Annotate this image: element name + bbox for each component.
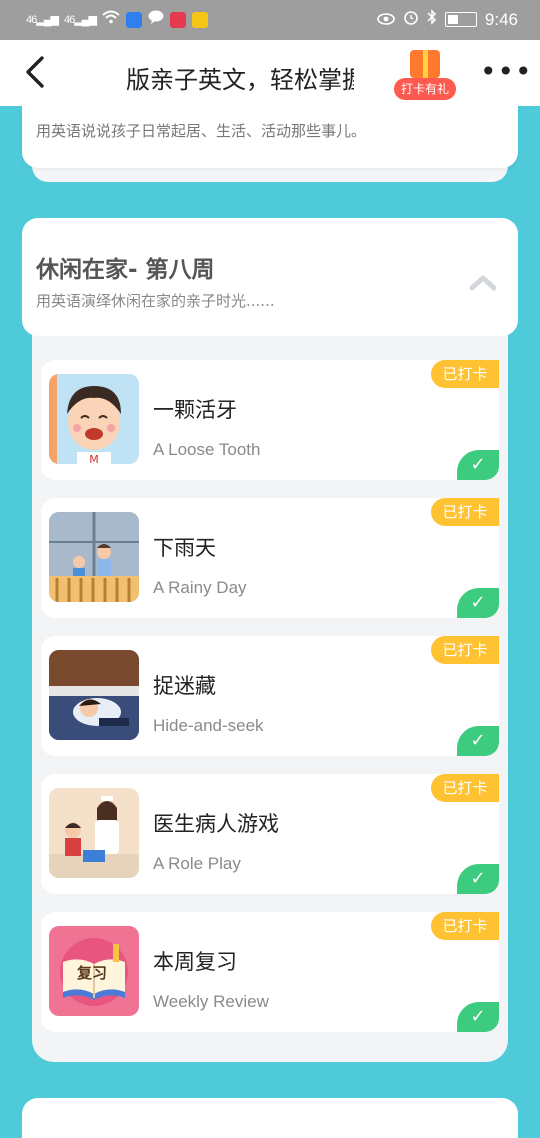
- week-title: 休闲在家- 第八周: [36, 257, 215, 283]
- checked-in-badge: 已打卡: [431, 498, 499, 526]
- page-title: 版亲子英文，轻松掌握: [126, 66, 354, 92]
- lesson-subtitle: Weekly Review: [153, 992, 269, 1011]
- doctor-play-thumbnail: [49, 788, 139, 878]
- check-icon: ✓: [457, 864, 499, 894]
- lesson-item[interactable]: 下雨天 A Rainy Day 已打卡 ✓: [41, 498, 499, 618]
- shield-app-icon: [125, 11, 142, 28]
- lesson-subtitle: A Loose Tooth: [153, 440, 261, 459]
- check-icon: ✓: [457, 588, 499, 618]
- lesson-subtitle: A Role Play: [153, 854, 241, 873]
- check-icon: ✓: [457, 1002, 499, 1032]
- gift-checkin-button[interactable]: 打卡有礼: [392, 46, 460, 102]
- more-menu-button[interactable]: •••: [480, 58, 533, 86]
- app-header: 版亲子英文，轻松掌握 打卡有礼 •••: [0, 40, 540, 106]
- signal-icon: 46▂▄▆: [63, 14, 97, 26]
- back-button[interactable]: [24, 54, 46, 97]
- wifi-icon: [102, 10, 120, 29]
- battery-icon: [444, 12, 477, 27]
- review-thumb-label: 复习: [77, 964, 108, 982]
- signal-icon: 46▂▄▆: [26, 14, 59, 26]
- week-description: 用英语演绎休闲在家的亲子时光......: [36, 292, 275, 310]
- lesson-subtitle: A Rainy Day: [153, 578, 247, 597]
- chat-icon: [148, 10, 164, 29]
- lesson-title: 医生病人游戏: [153, 812, 279, 836]
- lesson-item[interactable]: M 一颗活牙 A Loose Tooth 已打卡 ✓: [41, 360, 499, 480]
- check-icon: ✓: [457, 726, 499, 756]
- status-bar: 46▂▄▆ 46▂▄▆ 9:46: [0, 0, 540, 40]
- review-book-thumbnail: 复习: [49, 926, 139, 1016]
- checked-in-badge: 已打卡: [431, 774, 499, 802]
- checked-in-badge: 已打卡: [431, 912, 499, 940]
- eye-icon: [377, 10, 395, 30]
- hide-seek-thumbnail: [49, 650, 139, 740]
- svg-text:M: M: [89, 453, 99, 464]
- tooth-boy-thumbnail: M: [49, 374, 139, 464]
- checked-in-badge: 已打卡: [431, 636, 499, 664]
- week-header-card[interactable]: 休闲在家- 第八周 用英语演绎休闲在家的亲子时光......: [22, 218, 518, 336]
- alarm-icon: [403, 9, 419, 30]
- status-time: 9:46: [484, 9, 518, 29]
- chevron-up-icon[interactable]: [468, 268, 498, 298]
- checked-in-badge: 已打卡: [431, 360, 499, 388]
- lesson-subtitle: Hide-and-seek: [153, 716, 264, 735]
- next-week-card[interactable]: [22, 1098, 518, 1138]
- lesson-title: 本周复习: [153, 950, 237, 974]
- lesson-title: 下雨天: [153, 536, 216, 560]
- bluetooth-icon: [427, 9, 437, 30]
- mail-icon: [191, 11, 208, 28]
- previous-week-card[interactable]: 用英语说说孩子日常起居、生活、活动那些事儿。: [22, 100, 518, 168]
- lesson-item[interactable]: 捉迷藏 Hide-and-seek 已打卡 ✓: [41, 636, 499, 756]
- rainy-window-thumbnail: [49, 512, 139, 602]
- check-icon: ✓: [457, 450, 499, 480]
- gift-label: 打卡有礼: [394, 78, 456, 100]
- back-arrow-icon: [26, 56, 44, 88]
- previous-week-description: 用英语说说孩子日常起居、生活、活动那些事儿。: [36, 122, 367, 140]
- lesson-title: 一颗活牙: [153, 398, 237, 422]
- lesson-item[interactable]: 医生病人游戏 A Role Play 已打卡 ✓: [41, 774, 499, 894]
- app-icon: [169, 11, 186, 28]
- lesson-title: 捉迷藏: [153, 674, 216, 698]
- lesson-item[interactable]: 复习 本周复习 Weekly Review 已打卡 ✓: [41, 912, 499, 1032]
